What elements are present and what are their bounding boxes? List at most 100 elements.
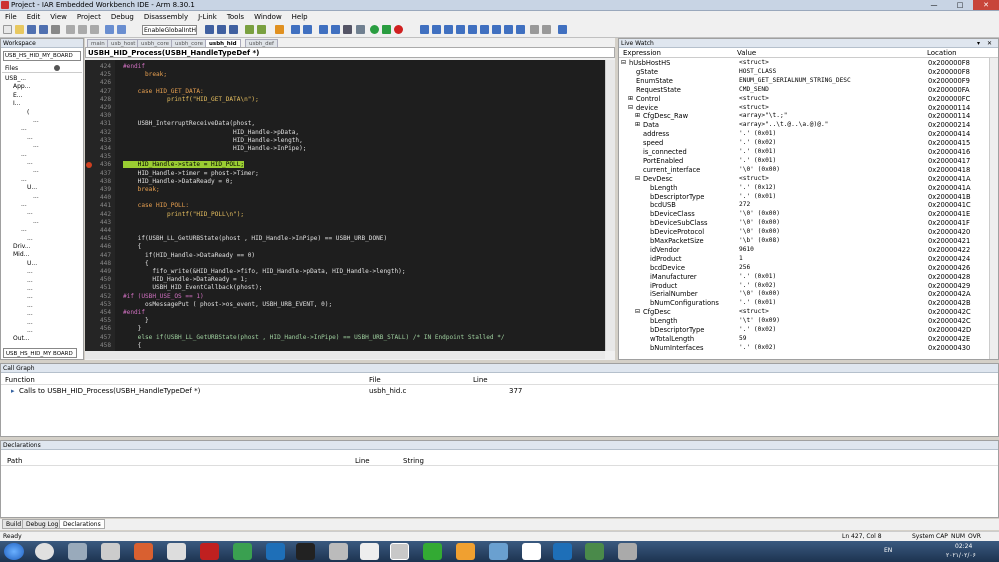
start-button-icon[interactable] — [4, 543, 24, 560]
tree-item[interactable]: ... — [33, 218, 39, 226]
code-line[interactable]: { — [123, 243, 142, 250]
watch-row[interactable]: bMaxPacketSize '\b' (0x08) 0x20000421 — [619, 237, 987, 246]
watch-value[interactable]: <struct> — [739, 175, 769, 184]
tree-item[interactable]: ... — [27, 277, 33, 285]
reset-icon[interactable] — [420, 25, 429, 34]
tools-app-icon[interactable] — [618, 543, 637, 560]
col-line[interactable]: Line — [473, 375, 488, 385]
terminal-icon[interactable] — [360, 543, 379, 560]
expand-icon[interactable]: ⊟ — [635, 175, 640, 184]
p-app-icon[interactable] — [522, 543, 541, 560]
tab-debug-log[interactable]: Debug Log — [22, 519, 63, 529]
watch-value[interactable]: 272 — [739, 201, 750, 210]
matlab-icon[interactable] — [134, 543, 153, 560]
tree-item[interactable]: ... — [27, 285, 33, 293]
code-line[interactable]: printf("HID_GET_DATA\n"); — [123, 96, 259, 103]
watch-row[interactable]: current_interface '\0' (0x00) 0x20000418 — [619, 166, 987, 175]
code-line[interactable]: osMessagePut ( phost->os_event, USBH_URB… — [123, 301, 332, 308]
watch-row[interactable]: iProduct '.' (0x02) 0x20000429 — [619, 282, 987, 291]
tree-item[interactable]: ... — [33, 193, 39, 201]
monitor-app-icon[interactable] — [585, 543, 604, 560]
code-line[interactable]: #if (USBH_USE_OS == 1) — [123, 293, 204, 300]
expand-icon[interactable]: ▸ — [11, 386, 15, 396]
watch-row[interactable]: bNumConfigurations '.' (0x01) 0x2000042B — [619, 299, 987, 308]
config-select[interactable]: EnableGlobalIntHE — [142, 25, 197, 35]
menu-debug[interactable]: Debug — [106, 11, 139, 23]
code-line[interactable]: HID_Handle->DataReady = 1; — [123, 276, 247, 283]
nav-back-icon[interactable] — [291, 25, 300, 34]
watch-value[interactable]: <array>"..\t.@..\a.@)@." — [739, 121, 828, 130]
stop-build-icon[interactable] — [343, 25, 352, 34]
tab-main[interactable]: main — [87, 39, 109, 47]
clock-date[interactable]: ۲۰۲۱/۰۲/۰۶ — [946, 552, 976, 559]
save-icon[interactable] — [27, 25, 36, 34]
find-next-icon[interactable] — [229, 25, 238, 34]
col-location[interactable]: Location — [927, 49, 957, 58]
watch-value[interactable]: ENUM_GET_SERIALNUM_STRING_DESC — [739, 77, 851, 86]
watch-value[interactable]: '.' (0x02) — [739, 282, 776, 291]
step-out-icon[interactable] — [468, 25, 477, 34]
code-line[interactable]: printf("HID_POLL\n"); — [123, 211, 244, 218]
tab-usbh-core[interactable]: usbh_core — [137, 39, 173, 47]
watch-row[interactable]: bcdUSB 272 0x2000041C — [619, 201, 987, 210]
open-icon[interactable] — [15, 25, 24, 34]
watch-row[interactable]: ⊟ DevDesc <struct> 0x2000041A — [619, 175, 987, 184]
table-row[interactable]: ▸ Calls to USBH_HID_Process(USBH_HandleT… — [1, 386, 998, 396]
watch-row[interactable]: bDeviceProtocol '\0' (0x00) 0x20000420 — [619, 228, 987, 237]
menu-disassembly[interactable]: Disassembly — [139, 11, 193, 23]
watch-value[interactable]: '.' (0x01) — [739, 130, 776, 139]
watch-value[interactable]: <struct> — [739, 59, 769, 68]
live-watch-scrollbar[interactable] — [989, 58, 998, 359]
tree-item[interactable]: ... — [33, 142, 39, 150]
col-expression[interactable]: Expression — [623, 49, 661, 58]
tree-item[interactable]: ... — [21, 151, 27, 159]
extra-icon[interactable] — [558, 25, 567, 34]
tree-item[interactable]: ... — [33, 167, 39, 175]
watch-row[interactable]: RequestState CMD_SEND 0x200000FA — [619, 86, 987, 95]
watch-row[interactable]: bLength '\t' (0x09) 0x2000042C — [619, 317, 987, 326]
tree-item[interactable]: U... — [27, 184, 37, 192]
watch-row[interactable]: is_connected '.' (0x01) 0x20000416 — [619, 148, 987, 157]
watch-value[interactable]: '\0' (0x00) — [739, 219, 780, 228]
minimize-button[interactable]: — — [921, 0, 947, 10]
watch-value[interactable]: '\0' (0x00) — [739, 210, 780, 219]
go-icon[interactable] — [370, 25, 379, 34]
watch-row[interactable]: wTotalLength 59 0x2000042E — [619, 335, 987, 344]
cvavr-icon[interactable] — [200, 543, 219, 560]
eye-app-icon[interactable] — [296, 543, 315, 560]
code-line[interactable]: USBH_InterruptReceiveData(phost, — [123, 120, 255, 127]
code-line[interactable]: case HID_POLL: — [123, 202, 189, 209]
language-indicator[interactable]: EN — [884, 547, 892, 554]
bookmark-next-icon[interactable] — [257, 25, 266, 34]
clock-time[interactable]: 02:24 — [955, 543, 972, 550]
breakpoint-icon[interactable] — [86, 161, 92, 168]
watch-row[interactable]: bcdDevice 256 0x20000426 — [619, 264, 987, 273]
expand-icon[interactable]: ⊞ — [635, 121, 640, 130]
watch-value[interactable]: 1 — [739, 255, 743, 264]
col-file[interactable]: File — [369, 375, 381, 385]
tool-icon[interactable] — [329, 543, 348, 560]
watch-row[interactable]: address '.' (0x01) 0x20000414 — [619, 130, 987, 139]
save-all-icon[interactable] — [39, 25, 48, 34]
code-line[interactable]: #endif — [123, 63, 145, 70]
watch-row[interactable]: iSerialNumber '\0' (0x00) 0x2000042A — [619, 290, 987, 299]
code-line[interactable]: case HID_GET_DATA: — [123, 88, 204, 95]
function-bar[interactable]: USBH_HID_Process(USBH_HandleTypeDef *) — [85, 47, 615, 58]
tree-item[interactable]: ... — [21, 226, 27, 234]
watch-value[interactable]: 9610 — [739, 246, 754, 255]
watch-row[interactable]: bDeviceSubClass '\0' (0x00) 0x2000041F — [619, 219, 987, 228]
etm-icon[interactable] — [530, 25, 539, 34]
menu-edit[interactable]: Edit — [22, 11, 46, 23]
tree-item[interactable]: ... — [27, 293, 33, 301]
toggle-breakpoint-icon[interactable] — [356, 25, 365, 34]
tree-item[interactable]: ... — [21, 176, 27, 184]
find-prev-icon[interactable] — [205, 25, 214, 34]
go-icon-2[interactable] — [504, 25, 513, 34]
stop-icon[interactable] — [516, 25, 525, 34]
watch-value[interactable]: '.' (0x02) — [739, 344, 776, 353]
chrome-icon[interactable] — [35, 543, 54, 560]
new-file-icon[interactable] — [3, 25, 12, 34]
workspace-config-select[interactable]: USB_HS_HID_MY_BOARD — [3, 51, 81, 61]
watch-value[interactable]: '.' (0x02) — [739, 326, 776, 335]
code-line[interactable]: fifo_write(&HID_Handle->fifo, HID_Handle… — [123, 268, 405, 275]
